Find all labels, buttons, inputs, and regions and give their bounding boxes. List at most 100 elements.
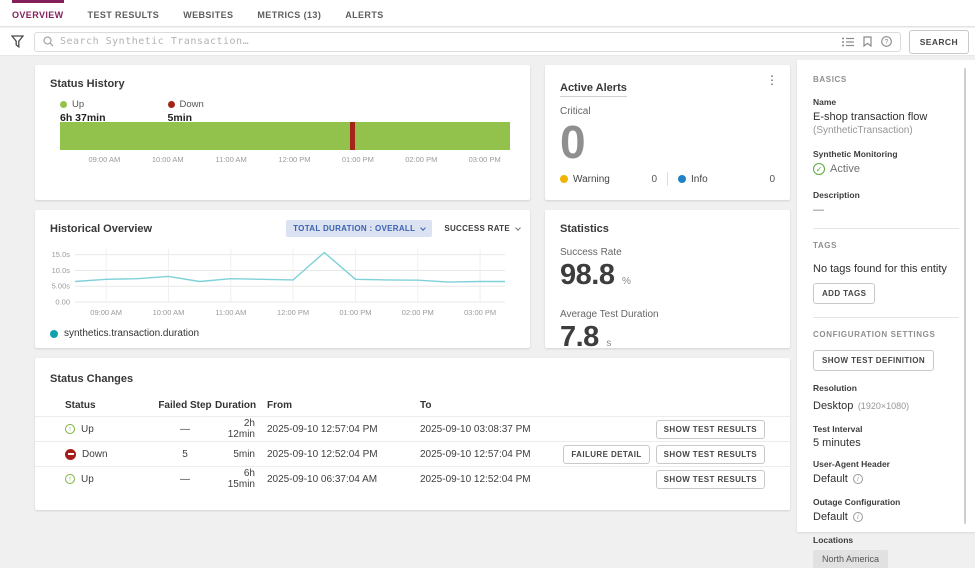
critical-label: Critical: [560, 106, 591, 117]
chevron-down-icon: [420, 224, 427, 231]
info-icon[interactable]: i: [852, 474, 863, 484]
tab-websites[interactable]: WEBSITES: [183, 0, 233, 26]
down-dot-icon: [167, 101, 175, 108]
down-segment[interactable]: [349, 122, 355, 150]
add-tags-button[interactable]: ADD TAGS: [813, 283, 876, 304]
chevron-down-icon: [515, 224, 521, 231]
success-rate-value: 98.8 %: [560, 260, 775, 297]
table-row: ↑ Up — 2h 12min 2025-09-10 12:57:04 PM 2…: [35, 416, 790, 441]
status-history-legend: Up 6h 37min Down 5min: [35, 90, 530, 124]
status-text: Up: [81, 423, 94, 435]
help-icon[interactable]: ?: [880, 36, 892, 47]
scrollbar-thumb[interactable]: [964, 68, 966, 524]
from-timestamp: 2025-09-10 06:37:04 AM: [267, 473, 378, 485]
metric-selector-label: TOTAL DURATION : OVERALL: [293, 224, 416, 233]
search-icon: [43, 36, 54, 47]
locations-label: Locations: [813, 535, 854, 545]
metric-selector-dropdown[interactable]: TOTAL DURATION : OVERALL: [286, 220, 433, 237]
location-chip[interactable]: North America: [813, 550, 889, 568]
down-label: Down: [179, 99, 204, 110]
table-header-row: Status Failed Step Duration From To: [35, 394, 790, 416]
statistics-card: Statistics Success Rate 98.8 % Average T…: [545, 210, 790, 352]
show-test-results-button[interactable]: SHOW TEST RESULTS: [655, 419, 765, 439]
search-bar: ? SEARCH: [0, 28, 975, 56]
active-alerts-title[interactable]: Active Alerts: [560, 82, 627, 97]
saved-searches-icon[interactable]: [841, 37, 854, 47]
kebab-menu-icon[interactable]: ⋮: [766, 74, 778, 86]
status-down-icon: [65, 448, 76, 460]
tab-alerts[interactable]: ALERTS: [345, 0, 383, 26]
configuration-settings-header: CONFIGURATION SETTINGS: [813, 330, 936, 339]
show-test-results-button[interactable]: SHOW TEST RESULTS: [655, 469, 765, 489]
outage-config-value: Default: [813, 511, 848, 523]
search-input-box: ?: [34, 31, 901, 52]
tab-overview[interactable]: OVERVIEW: [12, 0, 64, 26]
statistics-title: Statistics: [560, 223, 609, 235]
duration-chart[interactable]: 15.0s 10.0s 5.00s 0.00 09:00 AM 10:00 AM 11:00…: [43, 242, 523, 330]
status-text: Up: [81, 473, 94, 485]
search-input[interactable]: [60, 36, 842, 47]
show-test-results-button[interactable]: SHOW TEST RESULTS: [655, 444, 765, 464]
svg-text:01:00 PM: 01:00 PM: [339, 308, 371, 317]
failure-detail-button[interactable]: FAILURE DETAIL: [563, 444, 650, 464]
failed-step-value: 5: [182, 448, 188, 460]
failed-step-value: —: [180, 473, 190, 485]
success-rate-unit: %: [622, 276, 631, 287]
status-history-axis: 09:00 AM 10:00 AM 11:00 AM 12:00 PM 01:00 PM…: [60, 155, 510, 167]
divider: [813, 228, 959, 229]
col-to: To: [420, 399, 432, 411]
info-icon[interactable]: i: [852, 512, 863, 522]
tab-test-results[interactable]: TEST RESULTS: [88, 0, 160, 26]
status-history-title: Status History: [50, 78, 125, 90]
status-up-icon: ↑: [65, 474, 75, 484]
success-rate-label: SUCCESS RATE: [444, 224, 510, 233]
user-agent-value: Default: [813, 473, 848, 485]
legend-up: Up 6h 37min: [60, 99, 106, 124]
divider: [667, 172, 668, 186]
warning-label: Warning: [573, 173, 610, 185]
axis-label: 11:00 AM: [215, 155, 247, 164]
filter-icon[interactable]: [10, 34, 24, 49]
success-rate-dropdown[interactable]: SUCCESS RATE: [444, 224, 521, 233]
svg-text:02:00 PM: 02:00 PM: [402, 308, 434, 317]
avg-duration-stat-label: Average Test Duration: [560, 309, 659, 320]
check-circle-icon: ✓: [813, 163, 825, 175]
test-interval-label: Test Interval: [813, 424, 863, 434]
warning-cell: Warning 0: [560, 174, 657, 185]
svg-text:12:00 PM: 12:00 PM: [277, 308, 309, 317]
col-status: Status: [65, 399, 96, 411]
name-label: Name: [813, 97, 837, 107]
svg-text:10.0s: 10.0s: [52, 266, 71, 275]
success-rate-stat-label: Success Rate: [560, 247, 622, 258]
search-button[interactable]: SEARCH: [908, 29, 969, 54]
table-row: Down 5 5min 2025-09-10 12:52:04 PM 2025-…: [35, 441, 790, 466]
avg-duration-number: 7.8: [560, 321, 599, 353]
svg-text:09:00 AM: 09:00 AM: [90, 308, 122, 317]
resolution-label: Resolution: [813, 383, 857, 393]
entity-details-panel: BASICS Name E-shop transaction flow (Syn…: [797, 60, 975, 568]
svg-text:5.00s: 5.00s: [52, 282, 71, 291]
success-rate-number: 98.8: [560, 259, 615, 291]
uptime-timeline-bar[interactable]: [60, 122, 510, 150]
status-changes-card: Status Changes Status Failed Step Durati…: [35, 358, 790, 510]
axis-label: 12:00 PM: [278, 155, 311, 164]
up-dot-icon: [60, 101, 67, 108]
user-agent-label: User-Agent Header: [813, 459, 890, 469]
to-timestamp: 2025-09-10 12:52:04 PM: [420, 473, 531, 485]
duration-value: 5min: [233, 448, 255, 460]
info-label: Info: [691, 173, 708, 185]
resolution-detail: (1920×1080): [857, 401, 910, 411]
status-up-icon: ↑: [65, 424, 75, 434]
col-from: From: [267, 399, 292, 411]
svg-text:15.0s: 15.0s: [52, 250, 71, 259]
show-test-definition-button[interactable]: SHOW TEST DEFINITION: [813, 350, 935, 371]
info-count: 0: [769, 173, 775, 185]
series-dot-icon: [50, 329, 58, 338]
warning-dot-icon: [560, 175, 568, 183]
bookmark-icon[interactable]: [863, 36, 872, 47]
tab-metrics[interactable]: METRICS (13): [257, 0, 321, 26]
description-value: —: [813, 204, 824, 216]
col-failed-step: Failed Step: [158, 399, 212, 411]
active-alerts-card: Active Alerts ⋮ Critical 0 Warning 0 Inf…: [545, 65, 790, 200]
axis-label: 10:00 AM: [151, 155, 184, 164]
